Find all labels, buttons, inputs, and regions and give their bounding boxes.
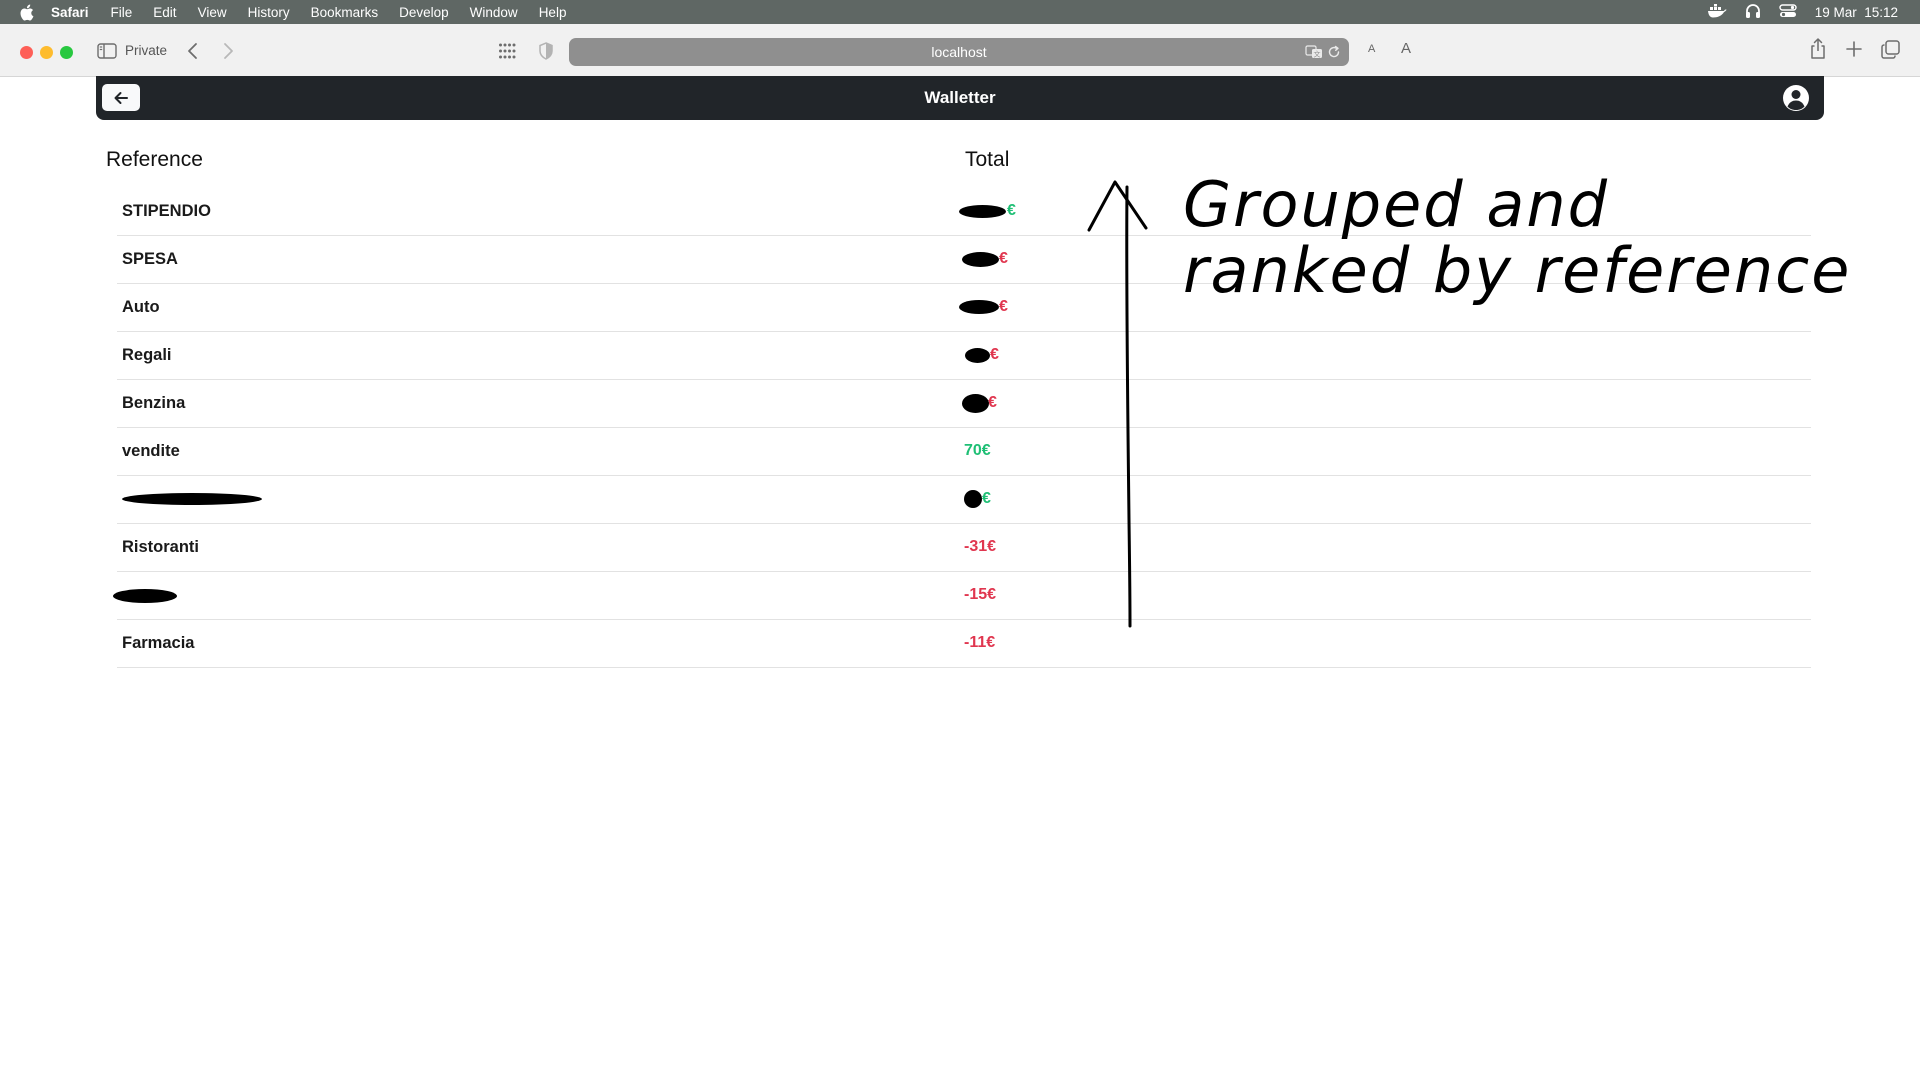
menu-help[interactable]: Help bbox=[539, 5, 567, 20]
apple-icon[interactable] bbox=[19, 3, 37, 21]
reload-icon[interactable] bbox=[1327, 45, 1341, 59]
menubar-datetime[interactable]: 19 Mar 15:12 bbox=[1815, 5, 1898, 20]
row-total: -11€ bbox=[964, 634, 996, 651]
address-bar[interactable]: localhost 文 bbox=[569, 38, 1349, 66]
tab-overview-icon[interactable] bbox=[1881, 40, 1900, 59]
window-zoom-button[interactable] bbox=[60, 46, 73, 59]
menu-app-name[interactable]: Safari bbox=[51, 5, 89, 20]
macos-menu-bar: Safari File Edit View History Bookmarks … bbox=[0, 0, 1920, 24]
column-header-total: Total bbox=[965, 148, 1010, 171]
row-total: € bbox=[982, 490, 991, 507]
new-tab-plus-icon[interactable] bbox=[1845, 40, 1863, 58]
window-close-button[interactable] bbox=[20, 46, 33, 59]
row-reference: Auto bbox=[122, 298, 160, 316]
row-total: 70€ bbox=[964, 442, 991, 459]
redaction-mark bbox=[962, 394, 989, 413]
row-reference: Regali bbox=[122, 346, 172, 364]
window-minimize-button[interactable] bbox=[40, 46, 53, 59]
private-label: Private bbox=[125, 43, 168, 58]
handwritten-annotation: Grouped and ranked by reference bbox=[1183, 172, 1851, 304]
menu-history[interactable]: History bbox=[248, 5, 290, 20]
menu-window[interactable]: Window bbox=[470, 5, 518, 20]
redaction-mark bbox=[122, 493, 262, 505]
row-total: -15€ bbox=[964, 586, 997, 603]
row-reference: Ristoranti bbox=[122, 538, 200, 556]
column-header-reference: Reference bbox=[106, 148, 203, 171]
control-center-icon[interactable] bbox=[1778, 3, 1797, 21]
row-total: -31€ bbox=[964, 538, 997, 555]
row-reference: Benzina bbox=[122, 394, 186, 412]
decrease-text-size-button[interactable]: A bbox=[1368, 43, 1375, 55]
menu-file[interactable]: File bbox=[111, 5, 133, 20]
row-reference: Farmacia bbox=[122, 634, 195, 652]
row-reference: SPESA bbox=[122, 250, 178, 268]
redaction-mark bbox=[959, 300, 999, 314]
start-page-grid-icon[interactable] bbox=[498, 42, 516, 60]
svg-text:文: 文 bbox=[1314, 50, 1321, 59]
menu-edit[interactable]: Edit bbox=[153, 5, 176, 20]
row-reference: STIPENDIO bbox=[122, 202, 211, 220]
privacy-shield-icon[interactable] bbox=[538, 41, 554, 61]
app-header: Walletter bbox=[96, 76, 1824, 120]
annotation-line-1: Grouped and bbox=[1183, 168, 1609, 241]
row-total: € bbox=[990, 346, 999, 363]
row-total: € bbox=[988, 394, 997, 411]
browser-toolbar: Private localhost 文 A A bbox=[0, 24, 1920, 77]
app-title: Walletter bbox=[924, 88, 996, 107]
address-text[interactable]: localhost bbox=[569, 38, 1349, 66]
redaction-mark bbox=[959, 205, 1006, 218]
headphones-icon[interactable] bbox=[1745, 3, 1761, 22]
menu-view[interactable]: View bbox=[198, 5, 227, 20]
row-reference: vendite bbox=[122, 442, 180, 460]
row-total: € bbox=[1007, 202, 1016, 219]
menu-develop[interactable]: Develop bbox=[399, 5, 449, 20]
back-chevron-icon[interactable] bbox=[186, 41, 200, 61]
translate-icon[interactable]: 文 bbox=[1305, 45, 1323, 59]
docker-icon[interactable] bbox=[1707, 3, 1727, 21]
forward-chevron-icon[interactable] bbox=[221, 41, 235, 61]
row-total: € bbox=[999, 298, 1008, 315]
row-total: € bbox=[999, 250, 1008, 267]
increase-text-size-button[interactable]: A bbox=[1401, 40, 1411, 57]
redaction-mark bbox=[964, 490, 982, 508]
user-circle-icon[interactable] bbox=[1782, 84, 1810, 112]
sidebar-toggle-icon[interactable] bbox=[97, 43, 117, 59]
annotation-line-2: ranked by reference bbox=[1183, 234, 1852, 307]
redaction-mark bbox=[113, 589, 177, 603]
redaction-mark bbox=[962, 252, 999, 267]
redaction-mark bbox=[965, 348, 990, 363]
share-icon[interactable] bbox=[1808, 37, 1828, 61]
menu-bookmarks[interactable]: Bookmarks bbox=[311, 5, 379, 20]
